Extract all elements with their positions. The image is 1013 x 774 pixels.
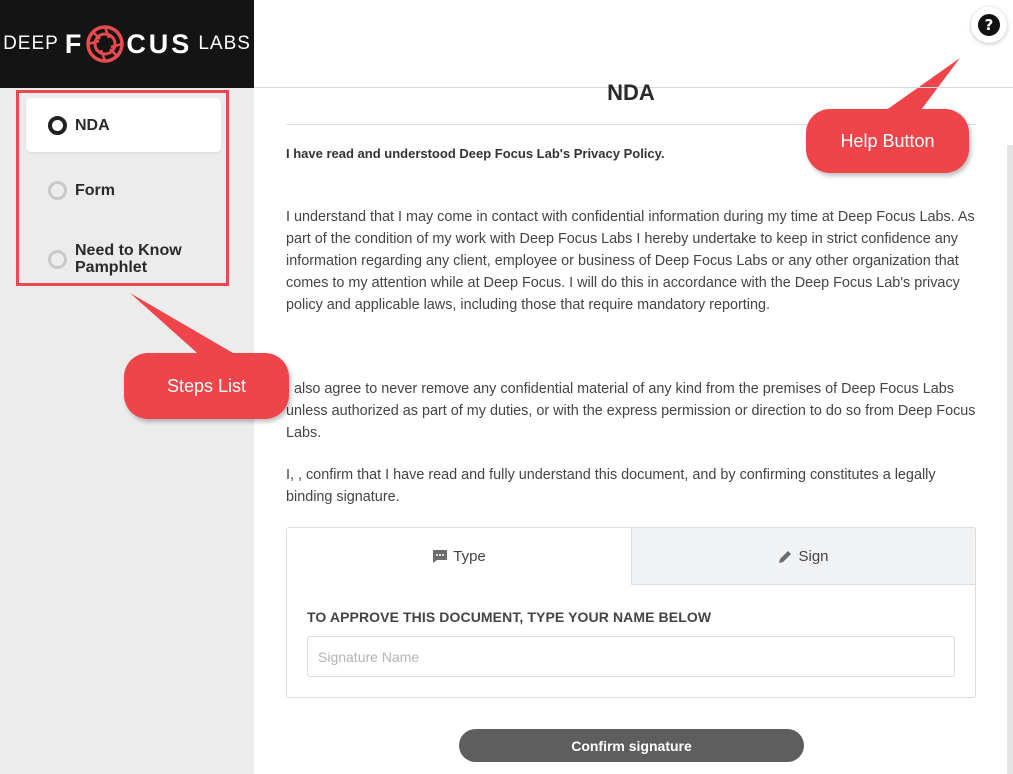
signature-name-input[interactable] [307, 636, 955, 677]
question-icon: ? [978, 14, 1000, 36]
signature-instruction: TO APPROVE THIS DOCUMENT, TYPE YOUR NAME… [307, 609, 712, 625]
scrollbar[interactable] [1007, 145, 1013, 774]
steps-list-callout: Steps List [124, 353, 289, 419]
page-title: NDA [607, 80, 655, 105]
tab-sign[interactable]: Sign [631, 528, 975, 585]
chat-icon [432, 549, 448, 564]
confirm-signature-button[interactable]: Confirm signature [459, 729, 804, 762]
tab-type-label: Type [453, 548, 486, 565]
nda-paragraph-1: I understand that I may come in contact … [286, 209, 975, 313]
tab-type[interactable]: Type [287, 528, 631, 585]
tab-sign-label: Sign [798, 547, 829, 565]
steps-callout-pointer [130, 293, 245, 360]
help-button[interactable]: ? [971, 7, 1007, 43]
nda-paragraph-3: I, , confirm that I have read and fully … [286, 467, 936, 505]
policy-acknowledgement: I have read and understood Deep Focus La… [286, 146, 665, 161]
signature-panel: Type Sign TO APPROVE THIS DOCUMENT, TYPE… [286, 527, 976, 698]
nda-paragraph-2: I also agree to never remove any confide… [286, 381, 976, 441]
pencil-icon [778, 549, 793, 564]
help-button-callout: Help Button [806, 109, 969, 173]
